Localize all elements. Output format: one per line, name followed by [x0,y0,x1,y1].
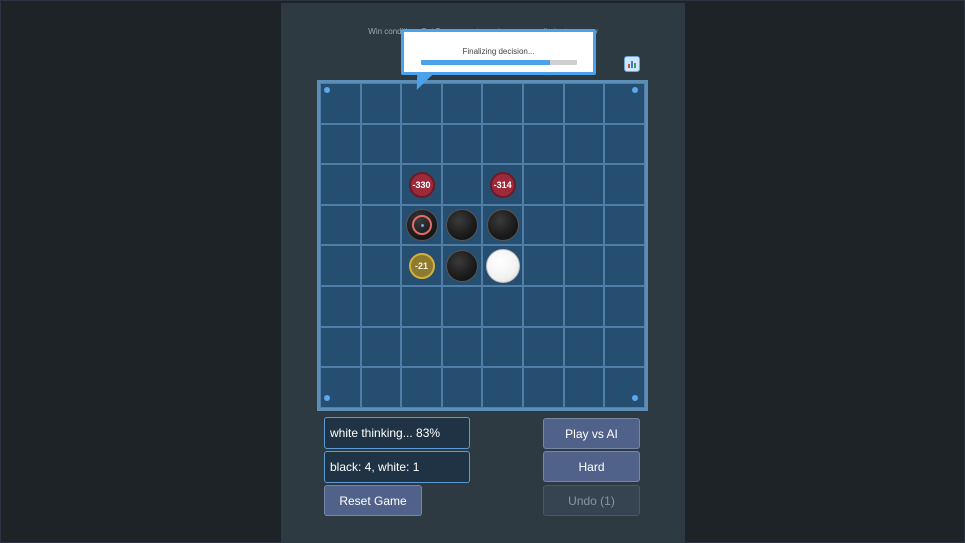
board-cell[interactable] [604,326,645,368]
board-cell[interactable] [401,367,442,408]
board-cell[interactable] [320,164,361,205]
board-cell[interactable] [441,367,483,408]
board-cell[interactable] [523,367,564,408]
last-move-dot [420,224,424,228]
board-cell[interactable] [523,164,564,205]
board-cell[interactable] [523,245,564,286]
board-cell[interactable] [320,326,361,368]
board-cell[interactable] [563,83,605,124]
board-cell[interactable] [563,367,605,408]
board-cell[interactable] [441,286,483,327]
bar-chart-icon [628,61,636,68]
progress-bar [421,60,577,65]
board-cell[interactable] [320,367,361,408]
board-cell[interactable] [360,164,402,205]
progress-fill [421,60,551,65]
black-stone [405,209,438,242]
board-cell[interactable] [360,123,402,165]
board-cell[interactable] [604,83,645,124]
board-cell[interactable] [320,123,361,165]
reset-game-button[interactable]: Reset Game [324,485,422,516]
board-cell[interactable] [360,367,402,408]
board-cell[interactable] [360,286,402,327]
white-stone [485,248,520,283]
move-score-badge: -21 [408,252,435,279]
corner-marker [324,87,330,93]
popup-message: Finalizing decision... [462,47,535,56]
difficulty-button[interactable]: Hard [543,451,640,482]
board-cell[interactable] [604,245,645,286]
game-board[interactable]: -330 -314 -21 [317,80,648,411]
board-cell[interactable] [604,367,645,408]
board-cell[interactable] [482,367,523,408]
board-cell[interactable] [604,286,645,327]
board-cell[interactable] [482,326,523,368]
board-cell[interactable] [563,326,605,368]
board-cell[interactable] [441,123,483,165]
board-cell[interactable] [401,123,442,165]
board-cell[interactable] [523,204,564,246]
stats-button[interactable] [624,56,640,72]
board-cell[interactable] [441,83,483,124]
board-cell[interactable] [360,245,402,286]
board-cell[interactable] [604,204,645,246]
board-cell[interactable] [604,164,645,205]
board-cell[interactable] [563,286,605,327]
board-cell[interactable] [482,123,523,165]
board-cell[interactable] [563,123,605,165]
board-cell[interactable] [482,286,523,327]
board-cell[interactable] [360,326,402,368]
play-vs-ai-button[interactable]: Play vs AI [543,418,640,449]
board-cell[interactable] [523,286,564,327]
stone-count-status: black: 4, white: 1 [324,451,470,483]
thinking-status: white thinking... 83% [324,417,470,449]
board-cell[interactable] [401,326,442,368]
move-score-badge: -314 [489,171,516,198]
corner-marker [324,395,330,401]
board-cell[interactable] [320,245,361,286]
corner-marker [632,395,638,401]
black-stone [446,209,479,242]
board-cell[interactable] [523,326,564,368]
board-cell[interactable] [563,245,605,286]
undo-button[interactable]: Undo (1) [543,485,640,516]
corner-marker [632,87,638,93]
board-cell[interactable] [523,83,564,124]
move-score-badge: -330 [408,171,435,198]
board-cell[interactable] [360,83,402,124]
black-stone [446,249,479,282]
board-cell[interactable] [441,326,483,368]
thinking-popup: Finalizing decision... [401,29,596,75]
board-cell[interactable] [563,164,605,205]
board-cell[interactable] [604,123,645,165]
board-cell[interactable] [401,286,442,327]
board-cell[interactable] [441,164,483,205]
board-cell[interactable] [523,123,564,165]
board-cell[interactable] [563,204,605,246]
board-cell[interactable] [320,204,361,246]
board-cell[interactable] [482,83,523,124]
black-stone [486,209,519,242]
board-cell[interactable] [320,286,361,327]
board-cell[interactable] [360,204,402,246]
